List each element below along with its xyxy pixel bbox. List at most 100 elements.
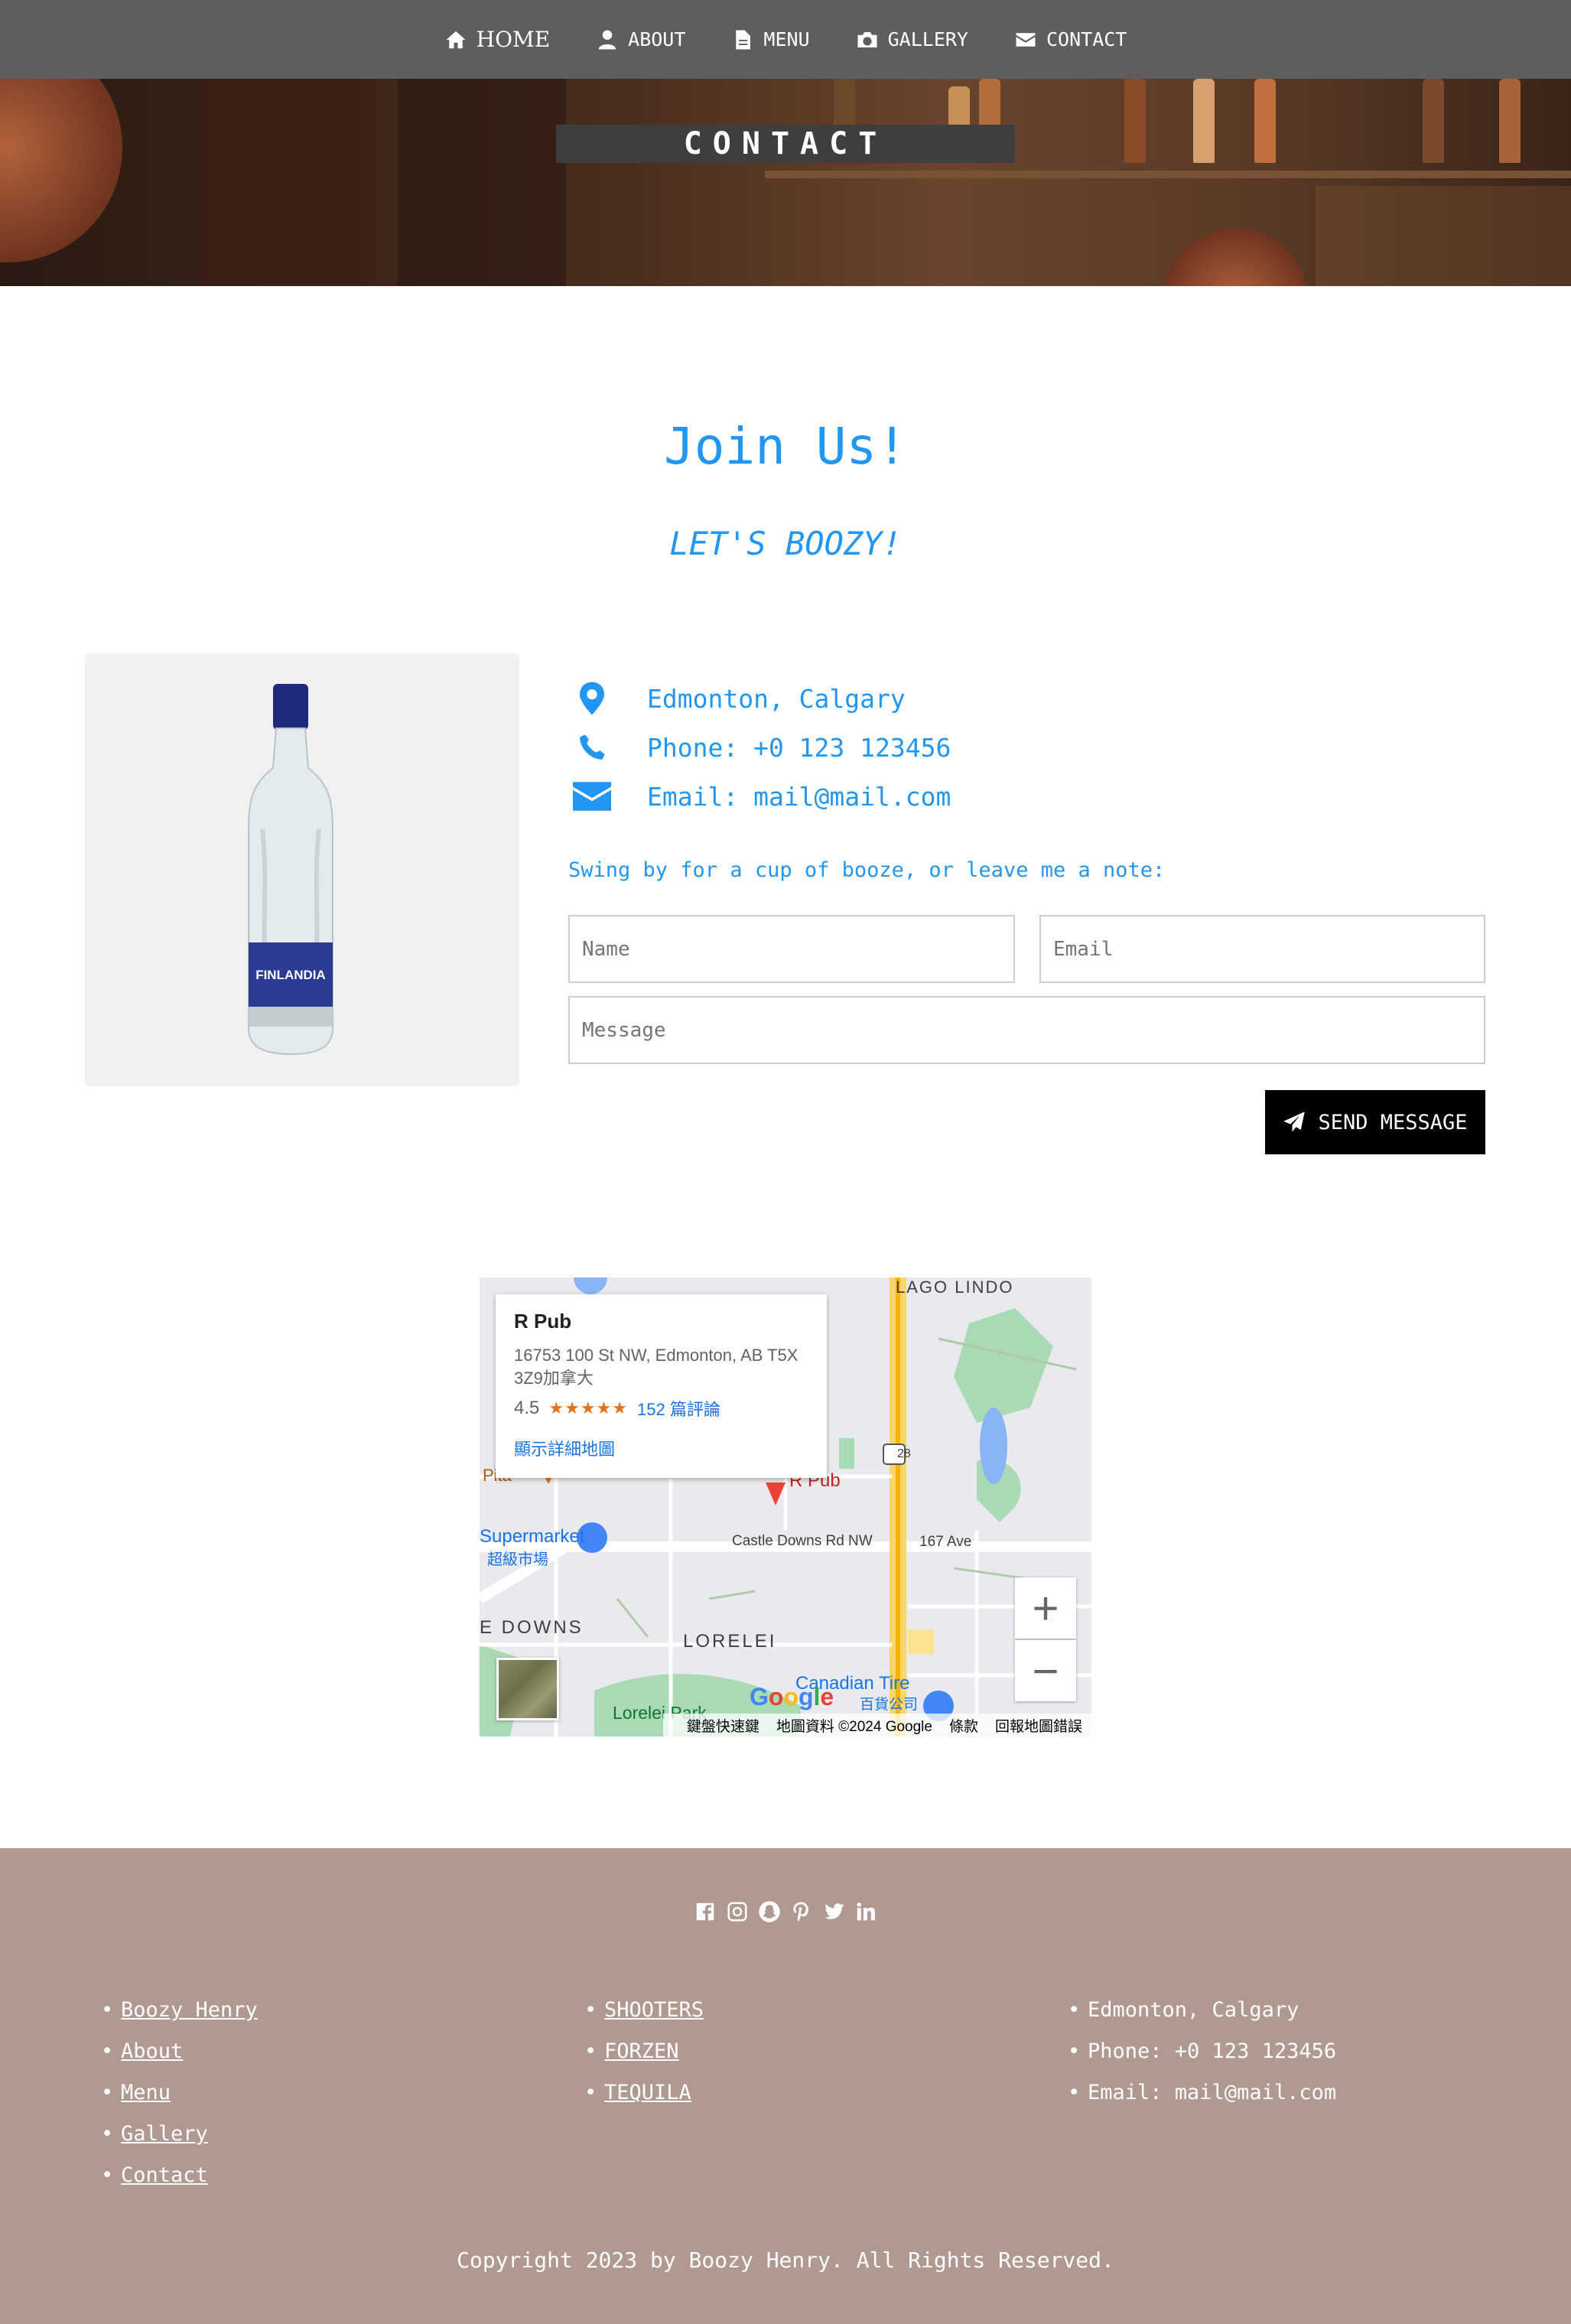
list-item: Menu <box>101 2072 258 2114</box>
footer-location: Edmonton, Calgary <box>1068 1990 1336 2031</box>
list-item: About <box>101 2031 258 2072</box>
map-label-highway: 28 <box>897 1447 911 1460</box>
map-label-167-ave: 167 Ave <box>919 1534 972 1550</box>
zoom-in-button[interactable]: + <box>1015 1577 1076 1639</box>
email-text: Email: mail@mail.com <box>647 781 951 812</box>
instagram-icon[interactable] <box>726 1900 749 1923</box>
footer-link-contact[interactable]: Contact <box>121 2163 208 2187</box>
map-label-lago-lindo: LAGO LINDO <box>896 1278 1014 1297</box>
map-footer: 鍵盤快速鍵 地圖資料 ©2024 Google 條款 回報地圖錯誤 <box>663 1714 1091 1736</box>
envelope-icon <box>573 782 611 811</box>
copyright-text: Copyright 2023 by Boozy Henry. All Right… <box>457 2248 1114 2273</box>
hero-decor <box>0 79 122 262</box>
map-label-supermarket-cn: 超級市場 <box>487 1551 548 1568</box>
nav-home[interactable]: HOME <box>444 27 550 52</box>
map-marker-icon <box>580 682 604 715</box>
footer-phone: Phone: +0 123 123456 <box>1068 2031 1336 2072</box>
site-footer: Boozy Henry About Menu Gallery Contact S… <box>0 1848 1571 2324</box>
hero-decor <box>1316 186 1571 286</box>
phone-row: Phone: +0 123 123456 <box>569 728 951 767</box>
hero-decor <box>398 79 566 286</box>
nav-about[interactable]: ABOUT <box>596 28 685 51</box>
contact-note: Swing by for a cup of booze, or leave me… <box>568 858 1166 882</box>
snapchat-icon[interactable] <box>758 1900 781 1923</box>
email-row: Email: mail@mail.com <box>569 777 951 815</box>
place-address: 16753 100 St NW, Edmonton, AB T5X 3Z9加拿大 <box>514 1346 799 1388</box>
nav-menu-label: MENU <box>763 28 810 50</box>
list-item: FORZEN <box>584 2031 704 2072</box>
nav-menu[interactable]: MENU <box>731 28 810 51</box>
star-rating-icon: ★★★★★ <box>548 1398 628 1418</box>
nav-contact[interactable]: CONTACT <box>1014 28 1127 51</box>
footer-link-forzen[interactable]: FORZEN <box>604 2039 679 2063</box>
list-item: Contact <box>101 2155 258 2196</box>
footer-nav-list: Boozy Henry About Menu Gallery Contact <box>101 1990 258 2196</box>
paper-plane-icon <box>1283 1112 1306 1132</box>
name-input[interactable] <box>568 915 1015 983</box>
list-item: TEQUILA <box>584 2072 704 2114</box>
footer-menu-list: SHOOTERS FORZEN TEQUILA <box>584 1990 704 2114</box>
join-subheading: LET'S BOOZY! <box>669 525 902 562</box>
bottle-illustration: FINLANDIA <box>248 684 333 1056</box>
keyboard-shortcuts-link[interactable]: 鍵盤快速鍵 <box>687 1715 759 1736</box>
twitter-icon[interactable] <box>822 1900 845 1923</box>
facebook-icon[interactable] <box>694 1900 717 1923</box>
location-row: Edmonton, Calgary <box>569 679 906 718</box>
footer-link-menu[interactable]: Menu <box>121 2081 171 2104</box>
terms-link[interactable]: 條款 <box>949 1715 978 1736</box>
google-logo: Google <box>750 1683 834 1710</box>
map-label-supermarket: Supermarket <box>480 1526 585 1547</box>
footer-link-gallery[interactable]: Gallery <box>121 2122 208 2146</box>
user-icon <box>598 30 616 49</box>
list-item: Boozy Henry <box>101 1990 258 2031</box>
email-input[interactable] <box>1039 915 1485 983</box>
hero-decor <box>1193 79 1215 163</box>
hero-title-box: CONTACT <box>556 125 1015 163</box>
nav-about-label: ABOUT <box>628 28 686 50</box>
pinterest-icon[interactable] <box>790 1900 813 1923</box>
footer-contact-list: Edmonton, Calgary Phone: +0 123 123456 E… <box>1068 1990 1336 2114</box>
hero-decor <box>1499 79 1521 163</box>
nav-contact-label: CONTACT <box>1046 28 1127 50</box>
map-label-canadian-tire-cn: 百貨公司 <box>860 1697 919 1713</box>
footer-link-shooters[interactable]: SHOOTERS <box>604 1998 704 2022</box>
list-item: Gallery <box>101 2114 258 2155</box>
hero-decor <box>1423 79 1444 163</box>
file-icon <box>736 30 751 49</box>
nav-home-label: HOME <box>476 27 551 52</box>
page-title: CONTACT <box>683 126 888 161</box>
hero-decor <box>1124 79 1146 163</box>
bottle-cap <box>273 684 308 730</box>
map-embed[interactable]: 28 R Pub Pita LAGO LINDO Supermarket 超級市… <box>480 1278 1091 1736</box>
place-name: R Pub <box>514 1310 572 1333</box>
send-message-button[interactable]: SEND MESSAGE <box>1265 1090 1485 1154</box>
footer-email: Email: mail@mail.com <box>1068 2072 1336 2114</box>
report-error-link[interactable]: 回報地圖錯誤 <box>995 1715 1082 1736</box>
social-links <box>0 1900 1571 1923</box>
bottle-decor <box>249 1007 333 1027</box>
map-label-lorelei: LORELEI <box>683 1631 777 1652</box>
place-rating-row: 4.5 ★★★★★ 152 篇評論 <box>514 1396 808 1421</box>
hero-decor <box>765 171 1571 178</box>
view-larger-map-link[interactable]: 顯示詳細地圖 <box>514 1436 808 1460</box>
nav-gallery-label: GALLERY <box>887 28 968 50</box>
footer-link-tequila[interactable]: TEQUILA <box>604 2081 691 2104</box>
place-info-card: R Pub 16753 100 St NW, Edmonton, AB T5X … <box>496 1294 827 1478</box>
zoom-out-button[interactable]: − <box>1015 1640 1076 1701</box>
message-input[interactable] <box>568 996 1485 1064</box>
reviews-link[interactable]: 152 篇評論 <box>637 1396 720 1421</box>
phone-text: Phone: +0 123 123456 <box>647 732 951 763</box>
nav-gallery[interactable]: GALLERY <box>856 28 968 51</box>
place-rating: 4.5 <box>514 1398 540 1418</box>
join-heading: Join Us! <box>664 417 907 476</box>
send-message-label: SEND MESSAGE <box>1318 1110 1468 1134</box>
list-item: SHOOTERS <box>584 1990 704 2031</box>
top-nav: HOME ABOUT MENU GALLERY CONTACT <box>0 0 1571 79</box>
satellite-toggle[interactable] <box>496 1658 559 1720</box>
footer-link-about[interactable]: About <box>121 2039 183 2063</box>
hero-decor <box>1254 79 1276 163</box>
hero-decor <box>1163 228 1308 286</box>
footer-link-home[interactable]: Boozy Henry <box>121 1998 258 2022</box>
linkedin-icon[interactable] <box>854 1900 877 1923</box>
camera-icon <box>857 31 877 47</box>
